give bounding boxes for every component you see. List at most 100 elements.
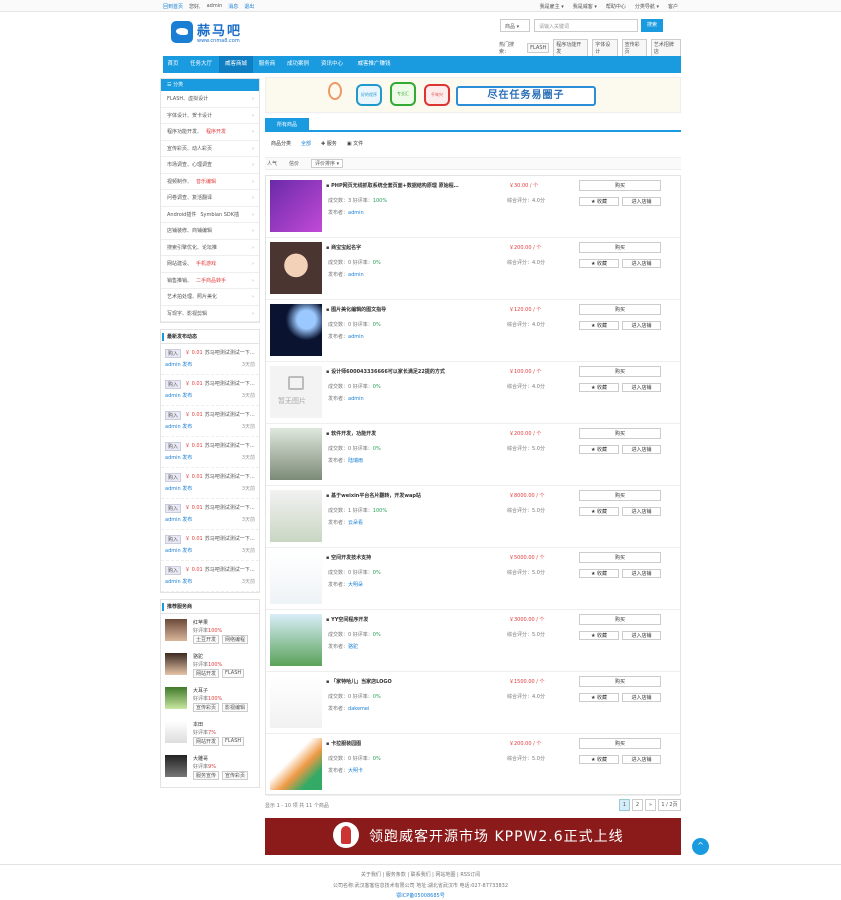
back-to-top-button[interactable]: ^ — [692, 838, 709, 855]
goods-thumbnail[interactable] — [270, 552, 322, 604]
provider-tag[interactable]: FLASH — [222, 737, 245, 746]
top-banner[interactable]: 好的程序 专业汇 千年兴 尽在任务易圈子 — [265, 77, 681, 113]
category-item[interactable]: 字体设计、贺卡设计 › — [161, 108, 259, 124]
news-author[interactable]: admin 发布 — [165, 547, 192, 554]
goods-title[interactable]: 设计师600043336666可以家长满足22提的方式 — [326, 368, 445, 375]
favorite-button[interactable]: ★ 收藏 — [579, 259, 619, 268]
buy-button[interactable]: 购买 — [579, 738, 661, 749]
search-input[interactable]: 请输入关键词 — [534, 19, 638, 32]
page-next[interactable]: » — [645, 799, 656, 811]
category-item[interactable]: 艺术拍处理、照片美化 › — [161, 289, 259, 306]
provider-tag[interactable]: 网站开发 — [193, 737, 220, 746]
goods-title[interactable]: 图片美化编辑的图文指导 — [326, 306, 386, 313]
news-item[interactable]: 购入 ￥ 0.01 苏马吧测试测试一下… admin 发布 3天前 — [161, 499, 259, 530]
buy-button[interactable]: 购买 — [579, 552, 661, 563]
logout-link[interactable]: 退出 — [244, 3, 254, 10]
goods-title[interactable]: 「家特哈儿」当家店LOGO — [326, 678, 392, 685]
provider-name[interactable]: 大耳子 — [193, 687, 208, 694]
publisher-name[interactable]: 骆驼 — [348, 644, 358, 650]
news-author[interactable]: admin 发布 — [165, 423, 192, 430]
news-item[interactable]: 购入 ￥ 0.01 苏马吧测试测试一下… admin 发布 3天前 — [161, 406, 259, 437]
footer-icp[interactable]: 鄂ICP备05008685号 — [0, 892, 841, 899]
publisher-name[interactable]: 大明朵 — [348, 582, 363, 588]
kppw-banner[interactable]: 领跑威客开源市场 KPPW2.6正式上线 — [265, 818, 681, 855]
message-link[interactable]: 消息 — [228, 3, 238, 10]
publisher-name[interactable]: 陆瑞雨 — [348, 458, 363, 464]
username-link[interactable]: admin — [207, 3, 223, 10]
sort-rating-dropdown[interactable]: 评价排序 ▾ — [311, 159, 344, 168]
nav-mall[interactable]: 威客商城 — [219, 56, 253, 73]
category-item[interactable]: 程序功能开发、 程序开发 › — [161, 124, 259, 141]
news-item[interactable]: 购入 ￥ 0.01 苏马吧测试测试一下… admin 发布 3天前 — [161, 437, 259, 468]
provider-name[interactable]: 大雕哥 — [193, 755, 208, 762]
enter-shop-button[interactable]: 进入店铺 — [622, 693, 661, 702]
provider-tag[interactable]: 宣传彩页 — [193, 703, 220, 712]
favorite-button[interactable]: ★ 收藏 — [579, 755, 619, 764]
publisher-name[interactable]: admin — [348, 272, 364, 278]
avatar[interactable] — [165, 653, 187, 675]
news-item[interactable]: 购入 ￥ 0.01 苏马吧测试测试一下… admin 发布 3天前 — [161, 530, 259, 561]
sort-popularity[interactable]: 人气 — [267, 160, 277, 167]
enter-shop-button[interactable]: 进入店铺 — [622, 445, 661, 454]
publisher-name[interactable]: admin — [348, 396, 364, 402]
provider-item[interactable]: 大雕哥 好评率9% 服务宣传 宣传彩页 — [161, 753, 259, 787]
news-item[interactable]: 购入 ￥ 0.01 苏马吧测试测试一下… admin 发布 3天前 — [161, 561, 259, 592]
enter-shop-button[interactable]: 进入店铺 — [622, 631, 661, 640]
hot-tag[interactable]: 字体设计 — [592, 39, 618, 57]
buy-button[interactable]: 购买 — [579, 490, 661, 501]
enter-shop-button[interactable]: 进入店铺 — [622, 507, 661, 516]
buy-button[interactable]: 购买 — [579, 242, 661, 253]
provider-tag[interactable]: 宣传彩页 — [222, 771, 249, 780]
nav-providers[interactable]: 服务商 — [255, 56, 279, 73]
avatar[interactable] — [165, 687, 187, 709]
news-item[interactable]: 购入 ￥ 0.01 苏马吧测试测试一下… admin 发布 3天前 — [161, 344, 259, 375]
publisher-name[interactable]: 大明卡 — [348, 768, 363, 774]
hot-tag[interactable]: FLASH — [527, 43, 550, 53]
news-author[interactable]: admin 发布 — [165, 578, 192, 585]
avatar[interactable] — [165, 619, 187, 641]
goods-title[interactable]: 基于weixin平台名片翻转，开发wap站 — [326, 492, 421, 499]
home-link[interactable]: 回到首页 — [163, 3, 183, 10]
favorite-button[interactable]: ★ 收藏 — [579, 569, 619, 578]
provider-tag[interactable]: 网络编程 — [222, 635, 249, 644]
nav-task-hall[interactable]: 任务大厅 — [185, 56, 217, 73]
goods-thumbnail[interactable] — [270, 676, 322, 728]
help-link[interactable]: 帮助中心 — [606, 3, 626, 10]
category-item[interactable]: 销售推销、 二手商品转手 › — [161, 273, 259, 289]
filter-all[interactable]: 全部 — [301, 140, 311, 147]
buy-button[interactable]: 购买 — [579, 676, 661, 687]
category-item[interactable]: 宣传彩页、动人彩页 › — [161, 141, 259, 157]
sort-price[interactable]: 信价 — [289, 160, 299, 167]
provider-item[interactable]: 骆驼 好评率100% 网站开发 FLASH — [161, 651, 259, 685]
category-item[interactable]: 网站建设、 手机游戏 › — [161, 256, 259, 273]
enter-shop-button[interactable]: 进入店铺 — [622, 259, 661, 268]
avatar[interactable] — [165, 755, 187, 777]
goods-thumbnail[interactable]: 暂无图片 — [270, 366, 322, 418]
goods-thumbnail[interactable] — [270, 738, 322, 790]
goods-thumbnail[interactable] — [270, 428, 322, 480]
goods-title[interactable]: PHP网页无线抓取系统全套页面+数据结构原理 原始程… — [326, 182, 458, 189]
provider-tag[interactable]: 影视编辑 — [222, 703, 249, 712]
provider-tag[interactable]: FLASH — [222, 669, 245, 678]
nav-news[interactable]: 资讯中心 — [316, 56, 348, 73]
buy-button[interactable]: 购买 — [579, 614, 661, 625]
provider-item[interactable]: 本田 好评率7% 网站开发 FLASH — [161, 719, 259, 753]
goods-thumbnail[interactable] — [270, 242, 322, 294]
category-item[interactable]: 店铺装修、商铺编辑 › — [161, 223, 259, 240]
publisher-name[interactable]: dakemei — [348, 706, 369, 712]
filter-file[interactable]: ▣ 文件 — [347, 140, 363, 147]
favorite-button[interactable]: ★ 收藏 — [579, 693, 619, 702]
publisher-name[interactable]: admin — [348, 210, 364, 216]
favorite-button[interactable]: ★ 收藏 — [579, 631, 619, 640]
goods-title[interactable]: 软件开发，功能开发 — [326, 430, 376, 437]
hot-tag[interactable]: 艺术招牌店 — [650, 39, 682, 57]
filter-service[interactable]: ✚ 服务 — [321, 140, 337, 147]
buy-button[interactable]: 购买 — [579, 366, 661, 377]
provider-name[interactable]: 骆驼 — [193, 653, 203, 660]
provider-item[interactable]: 红苹果 好评率100% 土豆开发 网络编程 — [161, 617, 259, 651]
hot-tag[interactable]: 宣传彩页 — [621, 39, 647, 57]
goods-title[interactable]: 卡拉服装园图 — [326, 740, 361, 747]
goods-thumbnail[interactable] — [270, 490, 322, 542]
enter-shop-button[interactable]: 进入店铺 — [622, 383, 661, 392]
favorite-button[interactable]: ★ 收藏 — [579, 383, 619, 392]
